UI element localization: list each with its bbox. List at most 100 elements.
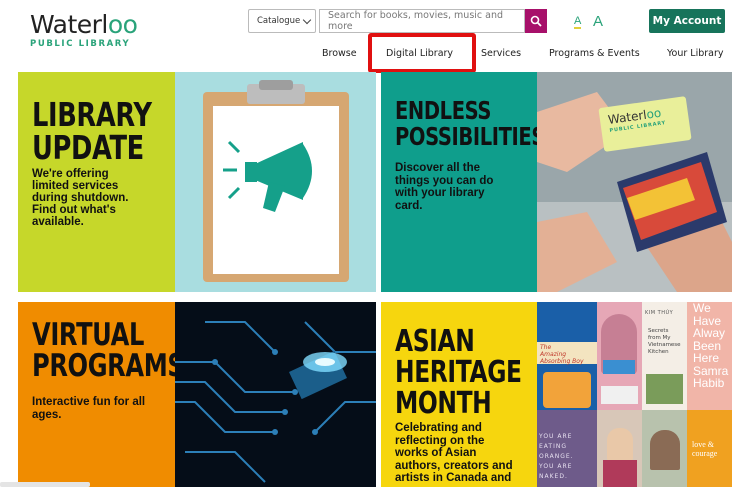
body-line: reflecting on the <box>395 434 485 447</box>
library-update-tile[interactable]: LIBRARY UPDATE We're offering limited se… <box>18 72 376 292</box>
search-input[interactable]: Search for books, movies, music and more <box>319 9 525 33</box>
chevron-down-icon <box>302 15 312 25</box>
body-line: Interactive fun for all <box>32 396 146 408</box>
book-title-line: Here <box>693 351 720 365</box>
heading-line: PROGRAMS <box>32 348 185 384</box>
heading-line: ENDLESS <box>395 96 492 125</box>
book-illustration <box>603 360 635 374</box>
virtual-programs-heading: VIRTUAL PROGRAMS <box>32 317 185 384</box>
body-line: things you can do <box>395 174 494 187</box>
book-illustration <box>650 430 680 470</box>
heading-line: MONTH <box>395 386 492 421</box>
library-update-text-panel: LIBRARY UPDATE We're offering limited se… <box>18 72 175 292</box>
body-line: limited services <box>32 180 119 192</box>
book-cover: We Have Alway Been Here Samra Habib <box>687 302 732 410</box>
heading-line: HERITAGE <box>395 355 522 390</box>
endless-possibilities-text-panel: ENDLESS POSSIBILITIES Discover all the t… <box>381 72 545 292</box>
asian-heritage-text-panel: ASIAN HERITAGE MONTH Celebrating and ref… <box>381 302 537 487</box>
body-line: card. <box>395 199 423 212</box>
book-cover: love & courage <box>687 410 732 487</box>
endless-possibilities-tile[interactable]: ENDLESS POSSIBILITIES Discover all the t… <box>381 72 732 292</box>
heading-line: ASIAN <box>395 324 475 359</box>
endless-possibilities-body: Discover all the things you can do with … <box>395 162 493 212</box>
virtual-programs-body: Interactive fun for all ages. <box>32 396 145 421</box>
body-line: during shutdown. <box>32 192 129 204</box>
body-line: Celebrating and <box>395 422 482 434</box>
nav-services[interactable]: Services <box>481 48 521 59</box>
book-title-line: YOU ARE <box>539 463 573 470</box>
body-line: Find out what's <box>32 204 116 216</box>
book-cover <box>597 410 642 487</box>
book-cover <box>642 410 687 487</box>
search-icon <box>530 15 542 27</box>
library-update-body: We're offering limited services during s… <box>32 168 128 228</box>
heading-line: UPDATE <box>32 128 144 167</box>
book-cover: KIM THÚY Secrets from My Vietnamese Kitc… <box>642 302 687 410</box>
book-illustration <box>646 374 683 404</box>
book-title-line: The <box>540 344 552 351</box>
body-line: works of Asian <box>395 447 477 459</box>
body-line: with your library <box>395 187 485 199</box>
book-title-line: Secrets <box>648 328 669 334</box>
catalogue-select[interactable]: Catalogue <box>248 9 316 33</box>
book-title: Secrets from My Vietnamese Kitchen <box>648 328 681 356</box>
book-title-line: Alway <box>693 326 726 340</box>
site-header: Waterloo PUBLIC LIBRARY Catalogue Search… <box>0 0 732 73</box>
book-title-line: YOU ARE <box>539 433 573 440</box>
book-author: KIM THÚY <box>645 310 674 316</box>
book-illustration <box>607 428 633 462</box>
asian-heritage-heading: ASIAN HERITAGE MONTH <box>395 326 522 419</box>
book-title-line: from My <box>648 335 671 341</box>
digital-library-highlight <box>368 33 476 73</box>
library-card-photo: Waterloo PUBLIC LIBRARY <box>537 72 732 292</box>
search-button[interactable] <box>525 9 547 33</box>
book-cover <box>597 302 642 410</box>
book-title-line: love & <box>692 440 714 449</box>
book-title: YOU ARE EATING ORANGE. YOU ARE NAKED. <box>539 432 574 482</box>
logo-wordmark: Waterloo <box>30 10 138 39</box>
book-cover: YOU ARE EATING ORANGE. YOU ARE NAKED. <box>537 410 597 487</box>
body-line: Discover all the <box>395 162 481 174</box>
logo-subtitle: PUBLIC LIBRARY <box>30 39 131 49</box>
my-account-button[interactable]: My Account <box>649 9 725 33</box>
book-title-line: Vietnamese <box>648 342 681 348</box>
book-title-line: EATING <box>539 443 568 450</box>
book-title-line: Kitchen <box>648 349 669 355</box>
book-title: love & courage <box>692 440 717 458</box>
nav-browse[interactable]: Browse <box>322 48 357 59</box>
horizontal-scrollbar[interactable] <box>0 482 90 487</box>
body-line: artists in Canada and <box>395 472 512 484</box>
body-line: available. <box>32 216 84 228</box>
book-illustration <box>601 386 638 404</box>
book-title-line: courage <box>692 449 718 458</box>
asian-heritage-body: Celebrating and reflecting on the works … <box>395 422 513 485</box>
megaphone-clipboard-image <box>175 72 376 292</box>
book-illustration <box>603 460 637 487</box>
book-title-line: Amazing Absorbing Boy <box>540 351 584 365</box>
book-title-line: Habib <box>693 376 725 390</box>
heading-line: POSSIBILITIES <box>395 122 545 151</box>
heading-line: LIBRARY <box>32 95 152 134</box>
book-title: The Amazing Absorbing Boy <box>540 344 597 365</box>
book-cover: The Amazing Absorbing Boy <box>537 302 597 410</box>
library-update-heading: LIBRARY UPDATE <box>32 98 152 164</box>
circuit-board-icon <box>175 321 376 483</box>
body-line: ages. <box>32 408 62 421</box>
book-title-line: We <box>693 302 711 315</box>
book-illustration <box>543 372 591 408</box>
search-bar: Catalogue Search for books, movies, musi… <box>248 9 547 33</box>
asian-heritage-month-tile[interactable]: ASIAN HERITAGE MONTH Celebrating and ref… <box>381 302 732 487</box>
font-size-small-button[interactable]: A <box>574 16 582 29</box>
waterloo-library-logo[interactable]: Waterloo PUBLIC LIBRARY <box>30 10 150 50</box>
virtual-programs-text-panel: VIRTUAL PROGRAMS Interactive fun for all… <box>18 302 185 487</box>
font-size-large-button[interactable]: A <box>593 13 603 30</box>
catalogue-select-value: Catalogue <box>257 16 301 26</box>
circuit-board-image <box>175 302 376 487</box>
book-title: We Have Alway Been Here Samra Habib <box>693 302 728 390</box>
body-line: authors, creators and <box>395 459 513 472</box>
nav-your-library[interactable]: Your Library <box>667 48 724 59</box>
virtual-programs-tile[interactable]: VIRTUAL PROGRAMS Interactive fun for all… <box>18 302 376 487</box>
heading-line: VIRTUAL <box>32 317 145 353</box>
nav-programs-events[interactable]: Programs & Events <box>549 48 640 59</box>
book-title-line: ORANGE. <box>539 453 574 460</box>
